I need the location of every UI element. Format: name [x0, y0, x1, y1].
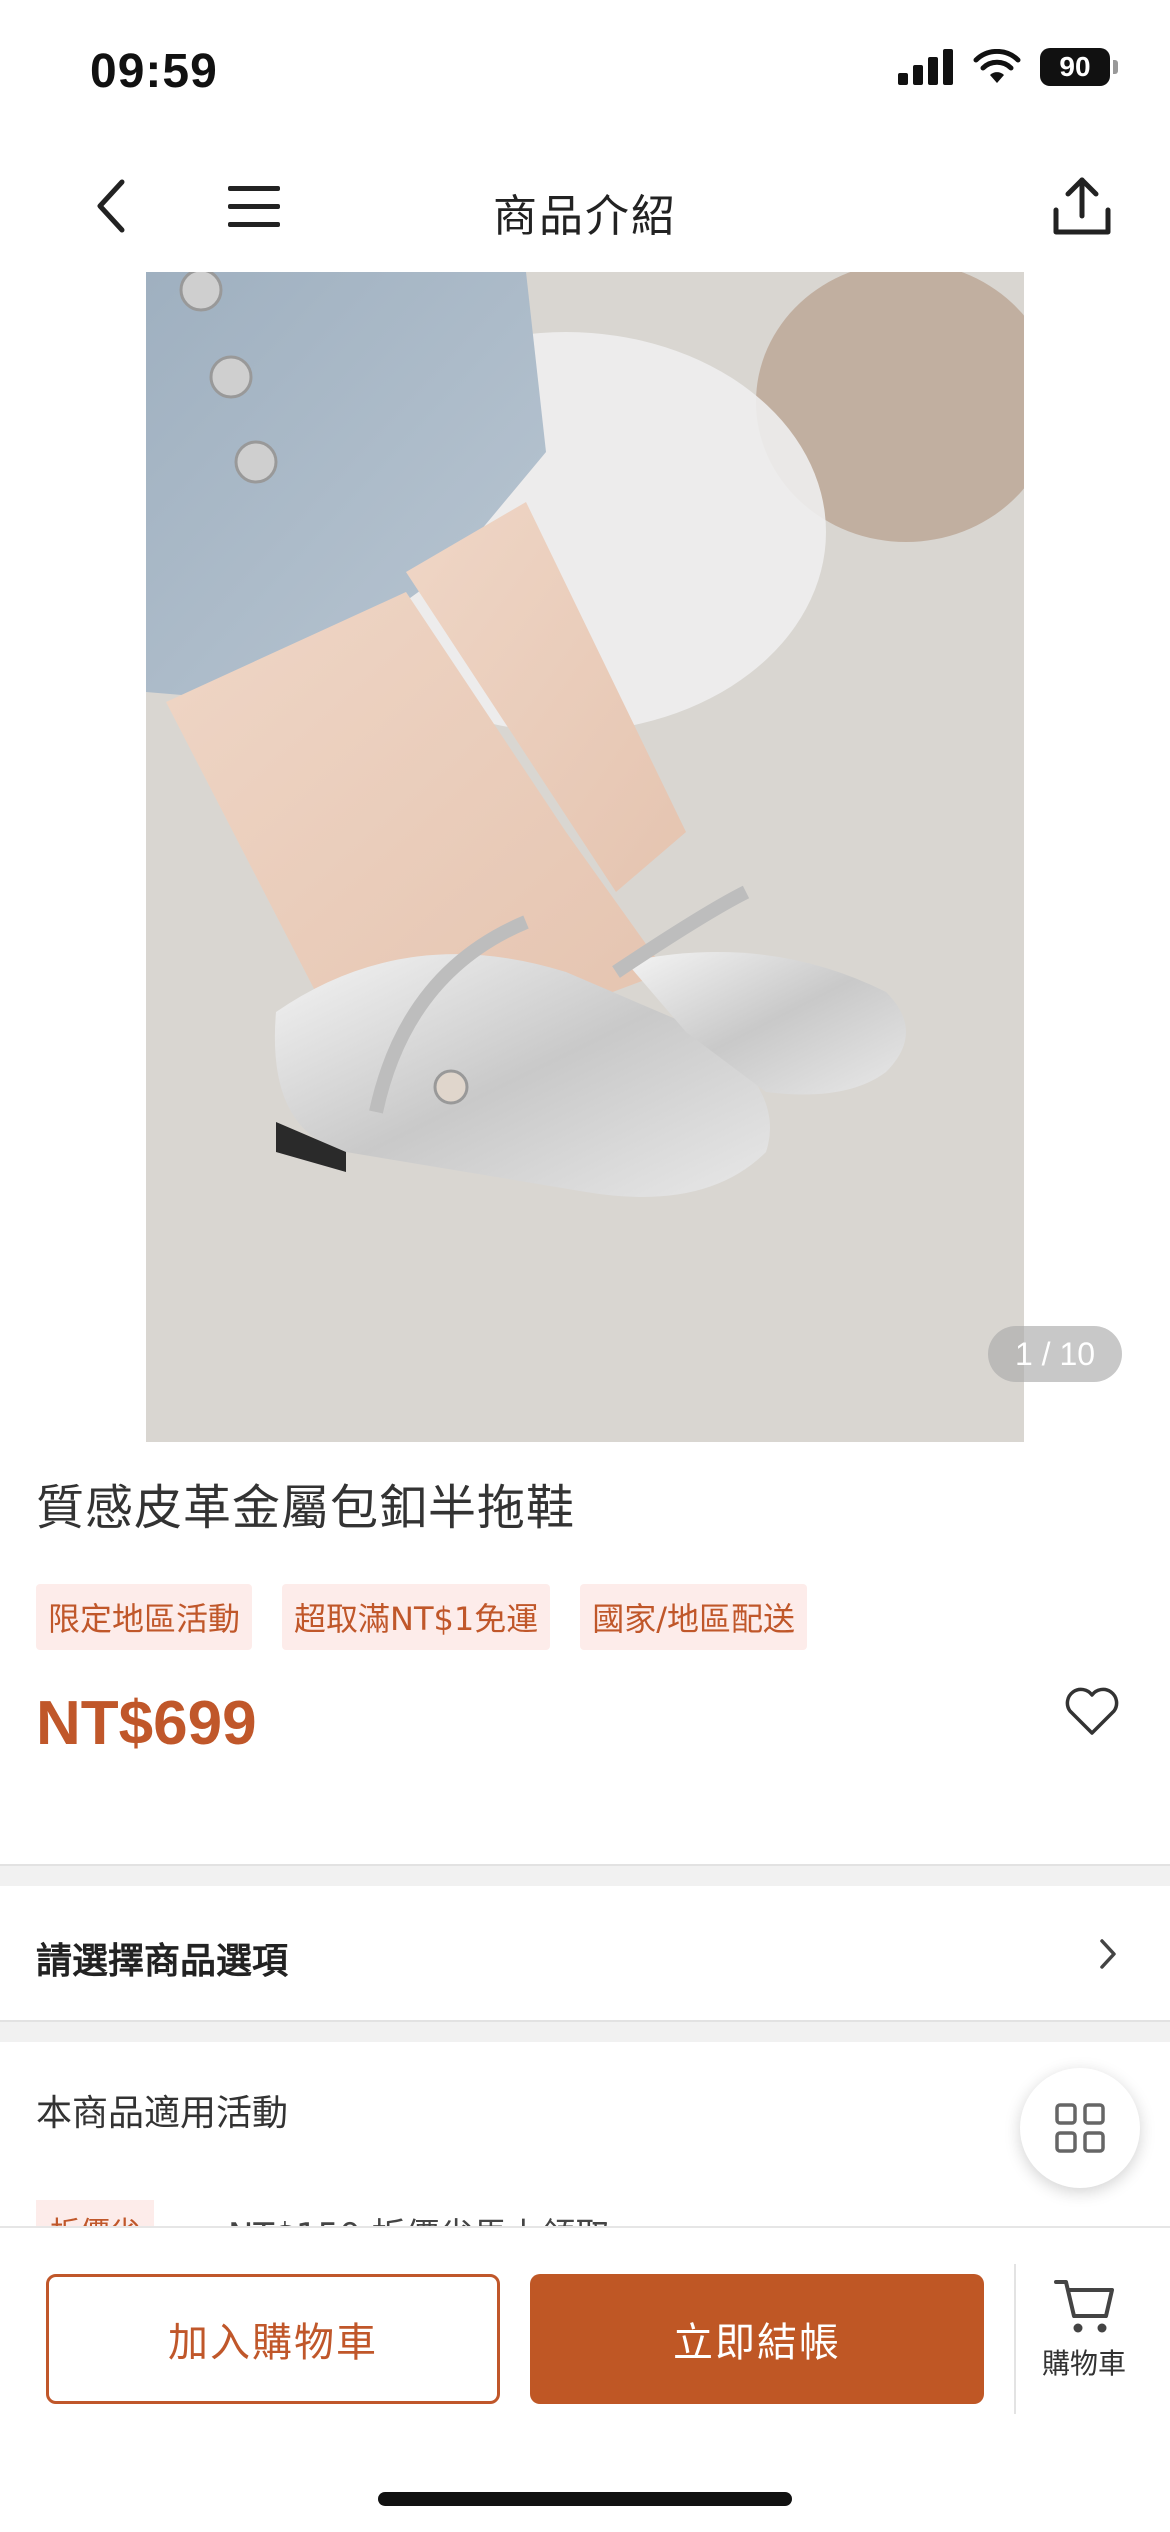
- product-image[interactable]: [146, 272, 1024, 1442]
- product-photo: [146, 272, 1024, 1442]
- tag-free-shipping: 超取滿NT$1免運: [282, 1584, 551, 1650]
- cart-label: 購物車: [1041, 2347, 1126, 2380]
- promotions-section: 本商品適用活動 折價省 NT$150 折價省馬上領取: [0, 2048, 1170, 2228]
- add-to-cart-button[interactable]: 加入購物車: [46, 2274, 500, 2404]
- battery-indicator: 90: [1040, 48, 1118, 86]
- cart-icon: [1054, 2280, 1114, 2333]
- page-title: 商品介紹: [493, 191, 677, 242]
- grid-icon: [1055, 2103, 1105, 2153]
- wifi-icon: [973, 49, 1021, 83]
- tag-region-promo: 限定地區活動: [36, 1584, 253, 1650]
- status-time: 09:59: [90, 45, 218, 98]
- promo-badge: 折價省: [36, 2200, 154, 2228]
- share-button[interactable]: [1046, 170, 1118, 242]
- section-divider: [0, 1864, 1170, 1886]
- status-icons: 90: [898, 48, 1118, 86]
- chevron-right-icon: [1100, 1939, 1116, 1969]
- bottom-action-bar: 加入購物車 立即結帳 購物車: [0, 2226, 1170, 2532]
- status-bar: 09:59 90: [0, 0, 1170, 140]
- cart-link[interactable]: 購物車: [1024, 2276, 1144, 2406]
- share-icon: [1053, 177, 1111, 235]
- promotions-title: 本商品適用活動: [36, 2093, 289, 2134]
- bar-separator: [1014, 2264, 1016, 2414]
- option-label: 請選擇商品選項: [36, 1941, 289, 1982]
- product-price: NT$699: [36, 1689, 257, 1758]
- heart-icon: [1065, 1687, 1119, 1735]
- nav-header: 商品介紹: [0, 140, 1170, 272]
- section-divider: [0, 2020, 1170, 2042]
- image-counter: 1 / 10: [988, 1326, 1122, 1382]
- signal-icon: [898, 49, 953, 85]
- grid-menu-button[interactable]: [1020, 2068, 1140, 2188]
- home-indicator: [378, 2492, 792, 2506]
- promo-text[interactable]: NT$150 折價省馬上領取: [228, 2208, 610, 2228]
- promo-tags: 限定地區活動 超取滿NT$1免運 國家/地區配送: [36, 1584, 808, 1650]
- product-name: 質感皮革金屬包釦半拖鞋: [36, 1480, 576, 1536]
- tag-country-delivery: 國家/地區配送: [580, 1584, 808, 1650]
- option-selector[interactable]: 請選擇商品選項: [0, 1888, 1170, 2020]
- option-chevron: [1088, 1932, 1128, 1976]
- checkout-button[interactable]: 立即結帳: [530, 2274, 984, 2404]
- wishlist-button[interactable]: [1060, 1680, 1124, 1744]
